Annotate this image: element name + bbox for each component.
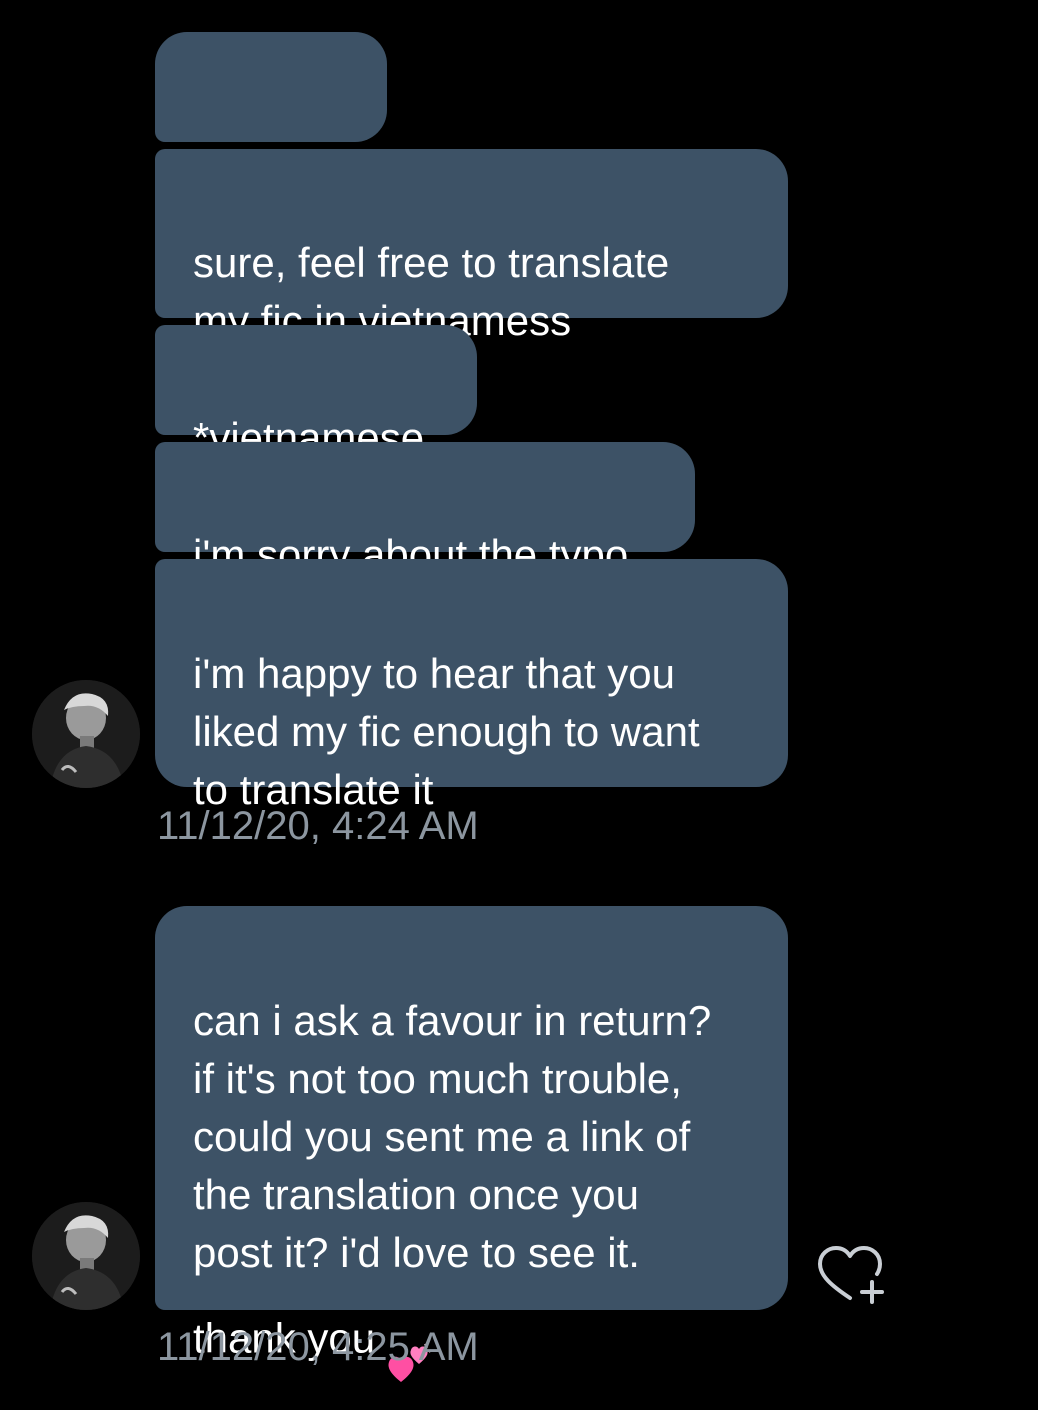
message-text: can i ask a favour in return? if it's no… — [193, 997, 712, 1362]
message-timestamp: 11/12/20, 4:25 AM — [157, 1325, 479, 1369]
message-bubble[interactable]: hello — [155, 32, 387, 221]
message-bubble[interactable]: sure, feel free to translate my fic in v… — [155, 149, 788, 344]
avatar[interactable] — [32, 680, 140, 788]
message-bubble[interactable]: i'm sorry about the typo — [155, 442, 695, 578]
message-bubble[interactable]: can i ask a favour in return? if it's no… — [155, 906, 788, 1382]
message-text: i'm happy to hear that you liked my fic … — [193, 650, 700, 813]
message-timestamp: 11/12/20, 4:24 AM — [157, 804, 479, 848]
avatar[interactable] — [32, 1202, 140, 1310]
heart-plus-icon[interactable] — [812, 1240, 892, 1310]
message-bubble[interactable]: *vietnamese — [155, 325, 477, 461]
message-bubble[interactable]: i'm happy to hear that you liked my fic … — [155, 559, 788, 813]
